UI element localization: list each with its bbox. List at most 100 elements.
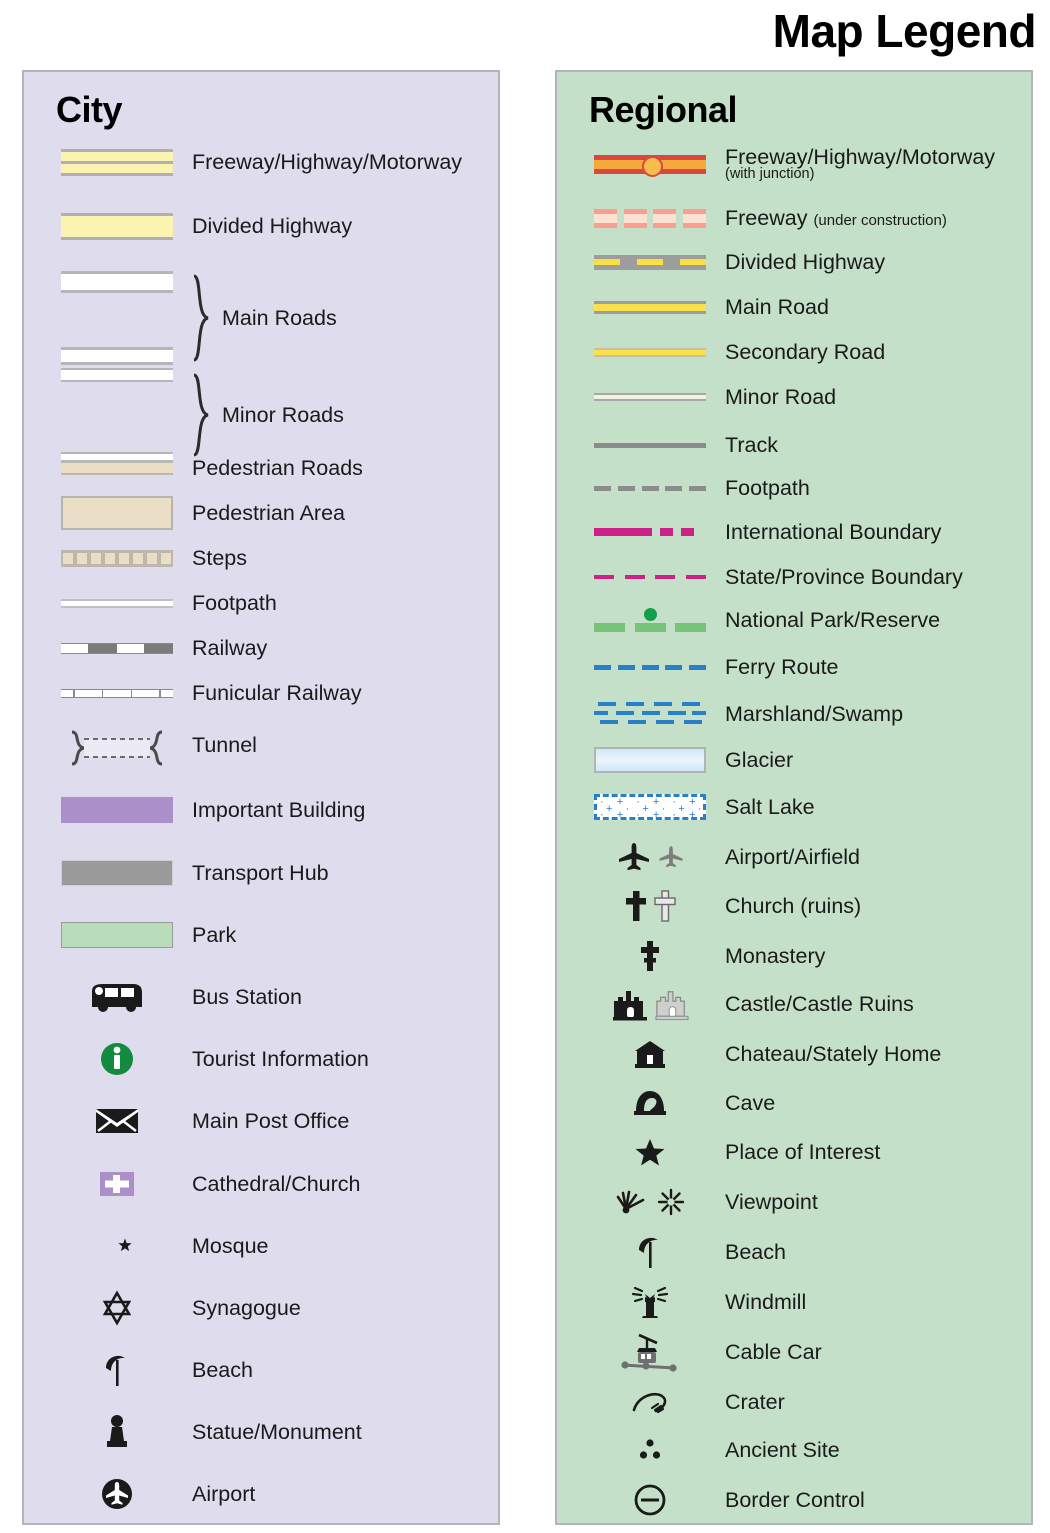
national-park-swatch xyxy=(575,600,725,640)
legend-label: Crater xyxy=(725,1389,785,1414)
ancient-site-icon xyxy=(575,1430,725,1470)
legend-label: Main Post Office xyxy=(192,1108,350,1133)
legend-label: Footpath xyxy=(192,590,277,615)
important-building-swatch xyxy=(42,790,192,830)
legend-row-regional-freeway-uc: Freeway (under construction) xyxy=(575,198,1027,238)
star-icon xyxy=(575,1132,725,1172)
legend-label: Park xyxy=(192,922,237,947)
windmill-icon xyxy=(575,1282,725,1322)
legend-row-city-synagogue: Synagogue xyxy=(42,1288,494,1328)
legend-label: Bus Station xyxy=(192,984,302,1009)
statue-icon xyxy=(42,1412,192,1452)
legend-label: Ferry Route xyxy=(725,654,839,679)
legend-label: Salt Lake xyxy=(725,794,815,819)
tourist-information-icon xyxy=(42,1039,192,1079)
legend-row-regional-windmill: Windmill xyxy=(575,1282,1027,1322)
legend-label: Tourist Information xyxy=(192,1046,369,1071)
legend-row-regional-ferry: Ferry Route xyxy=(575,647,1027,687)
legend-label: Freeway/Highway/Motorway (with junction) xyxy=(725,144,996,182)
legend-label: Steps xyxy=(192,545,247,570)
track-swatch xyxy=(575,425,725,465)
legend-row-regional-crater: Crater xyxy=(575,1382,1027,1422)
legend-row-regional-track: Track xyxy=(575,425,1027,465)
glacier-swatch xyxy=(575,740,725,780)
steps-swatch xyxy=(42,538,192,578)
airplane-icon xyxy=(575,837,725,877)
legend-row-regional-main-road: Main Road xyxy=(575,287,1027,327)
legend-label: Minor Road xyxy=(725,384,837,409)
crater-icon xyxy=(575,1382,725,1422)
legend-label: Funicular Railway xyxy=(192,680,362,705)
legend-label: Tunnel xyxy=(192,732,257,757)
legend-label-sub: (under construction) xyxy=(813,211,947,229)
airport-circle-icon xyxy=(42,1474,192,1514)
legend-label-sub: (with junction) xyxy=(725,166,815,182)
legend-row-regional-salt-lake: · + · + · + · + · + · + · · + · + · + · … xyxy=(575,787,1027,827)
main-roads-swatch xyxy=(42,268,192,368)
legend-row-city-statue: Statue/Monument xyxy=(42,1412,494,1452)
legend-row-regional-secondary-road: Secondary Road xyxy=(575,332,1027,372)
legend-label: Footpath xyxy=(725,475,810,500)
legend-label: Airport/Airfield xyxy=(725,844,861,869)
legend-row-city-park: Park xyxy=(42,915,494,955)
legend-row-regional-divided-highway: Divided Highway xyxy=(575,242,1027,282)
brace-icon xyxy=(192,373,214,457)
cable-car-icon xyxy=(575,1332,725,1372)
legend-label: Border Control xyxy=(725,1487,865,1512)
legend-row-city-important-building: Important Building xyxy=(42,790,494,830)
legend-label: Transport Hub xyxy=(192,860,329,885)
legend-row-regional-border-control: Border Control xyxy=(575,1480,1027,1520)
page-title: Map Legend xyxy=(772,5,1037,57)
legend-label: Place of Interest xyxy=(725,1139,881,1164)
legend-label: Statue/Monument xyxy=(192,1419,362,1444)
legend-label: Pedestrian Area xyxy=(192,500,345,525)
bus-icon xyxy=(42,977,192,1017)
beach-umbrella-icon xyxy=(42,1350,192,1390)
legend-row-regional-glacier: Glacier xyxy=(575,740,1027,780)
legend-row-city-steps: Steps xyxy=(42,538,494,578)
legend-label: National Park/Reserve xyxy=(725,607,941,632)
monastery-cross-icon xyxy=(575,936,725,976)
freeway-junction-swatch xyxy=(575,144,725,184)
legend-label: Minor Roads xyxy=(222,402,344,427)
legend-row-city-freeway: Freeway/Highway/Motorway xyxy=(42,142,494,182)
divided-highway-swatch xyxy=(575,242,725,282)
legend-label: Windmill xyxy=(725,1289,807,1314)
legend-label: Freeway (under construction) xyxy=(725,205,947,230)
brace-icon xyxy=(192,274,214,362)
legend-row-city-footpath: Footpath xyxy=(42,583,494,623)
divided-highway-swatch xyxy=(42,206,192,246)
legend-row-regional-ancient-site: Ancient Site xyxy=(575,1430,1027,1470)
legend-label-main: Freeway/Highway/Motorway xyxy=(725,144,996,169)
freeway-construction-swatch xyxy=(575,198,725,238)
legend-row-regional-international-boundary: International Boundary xyxy=(575,512,1027,552)
legend-row-regional-cave: Cave xyxy=(575,1083,1027,1123)
legend-label: Cable Car xyxy=(725,1339,822,1364)
legend-row-city-airport: Airport xyxy=(42,1474,494,1514)
legend-label: State/Province Boundary xyxy=(725,564,963,589)
city-heading: City xyxy=(56,89,123,130)
railway-swatch xyxy=(42,628,192,668)
legend-row-city-cathedral: Cathedral/Church xyxy=(42,1164,494,1204)
transport-hub-swatch xyxy=(42,853,192,893)
pedestrian-roads-swatch xyxy=(42,448,192,488)
international-boundary-swatch xyxy=(575,512,725,552)
legend-row-regional-viewpoint: Viewpoint xyxy=(575,1182,1027,1222)
legend-label: Mosque xyxy=(192,1233,269,1258)
envelope-icon xyxy=(42,1101,192,1141)
legend-label: Church (ruins) xyxy=(725,893,862,918)
main-road-swatch xyxy=(575,287,725,327)
ferry-route-swatch xyxy=(575,647,725,687)
crescent-star-icon xyxy=(42,1226,192,1266)
chateau-icon xyxy=(575,1034,725,1074)
legend-row-city-transport-hub: Transport Hub xyxy=(42,853,494,893)
legend-row-regional-freeway: Freeway/Highway/Motorway (with junction) xyxy=(575,144,1027,184)
legend-label: Main Roads xyxy=(222,305,337,330)
legend-row-city-railway: Railway xyxy=(42,628,494,668)
marshland-swatch xyxy=(575,694,725,734)
legend-label: Monastery xyxy=(725,943,826,968)
legend-label-main: Freeway xyxy=(725,205,808,230)
legend-row-regional-church: Church (ruins) xyxy=(575,886,1027,926)
legend-label: Divided Highway xyxy=(192,213,353,238)
legend-row-regional-marshland: Marshland/Swamp xyxy=(575,694,1027,734)
